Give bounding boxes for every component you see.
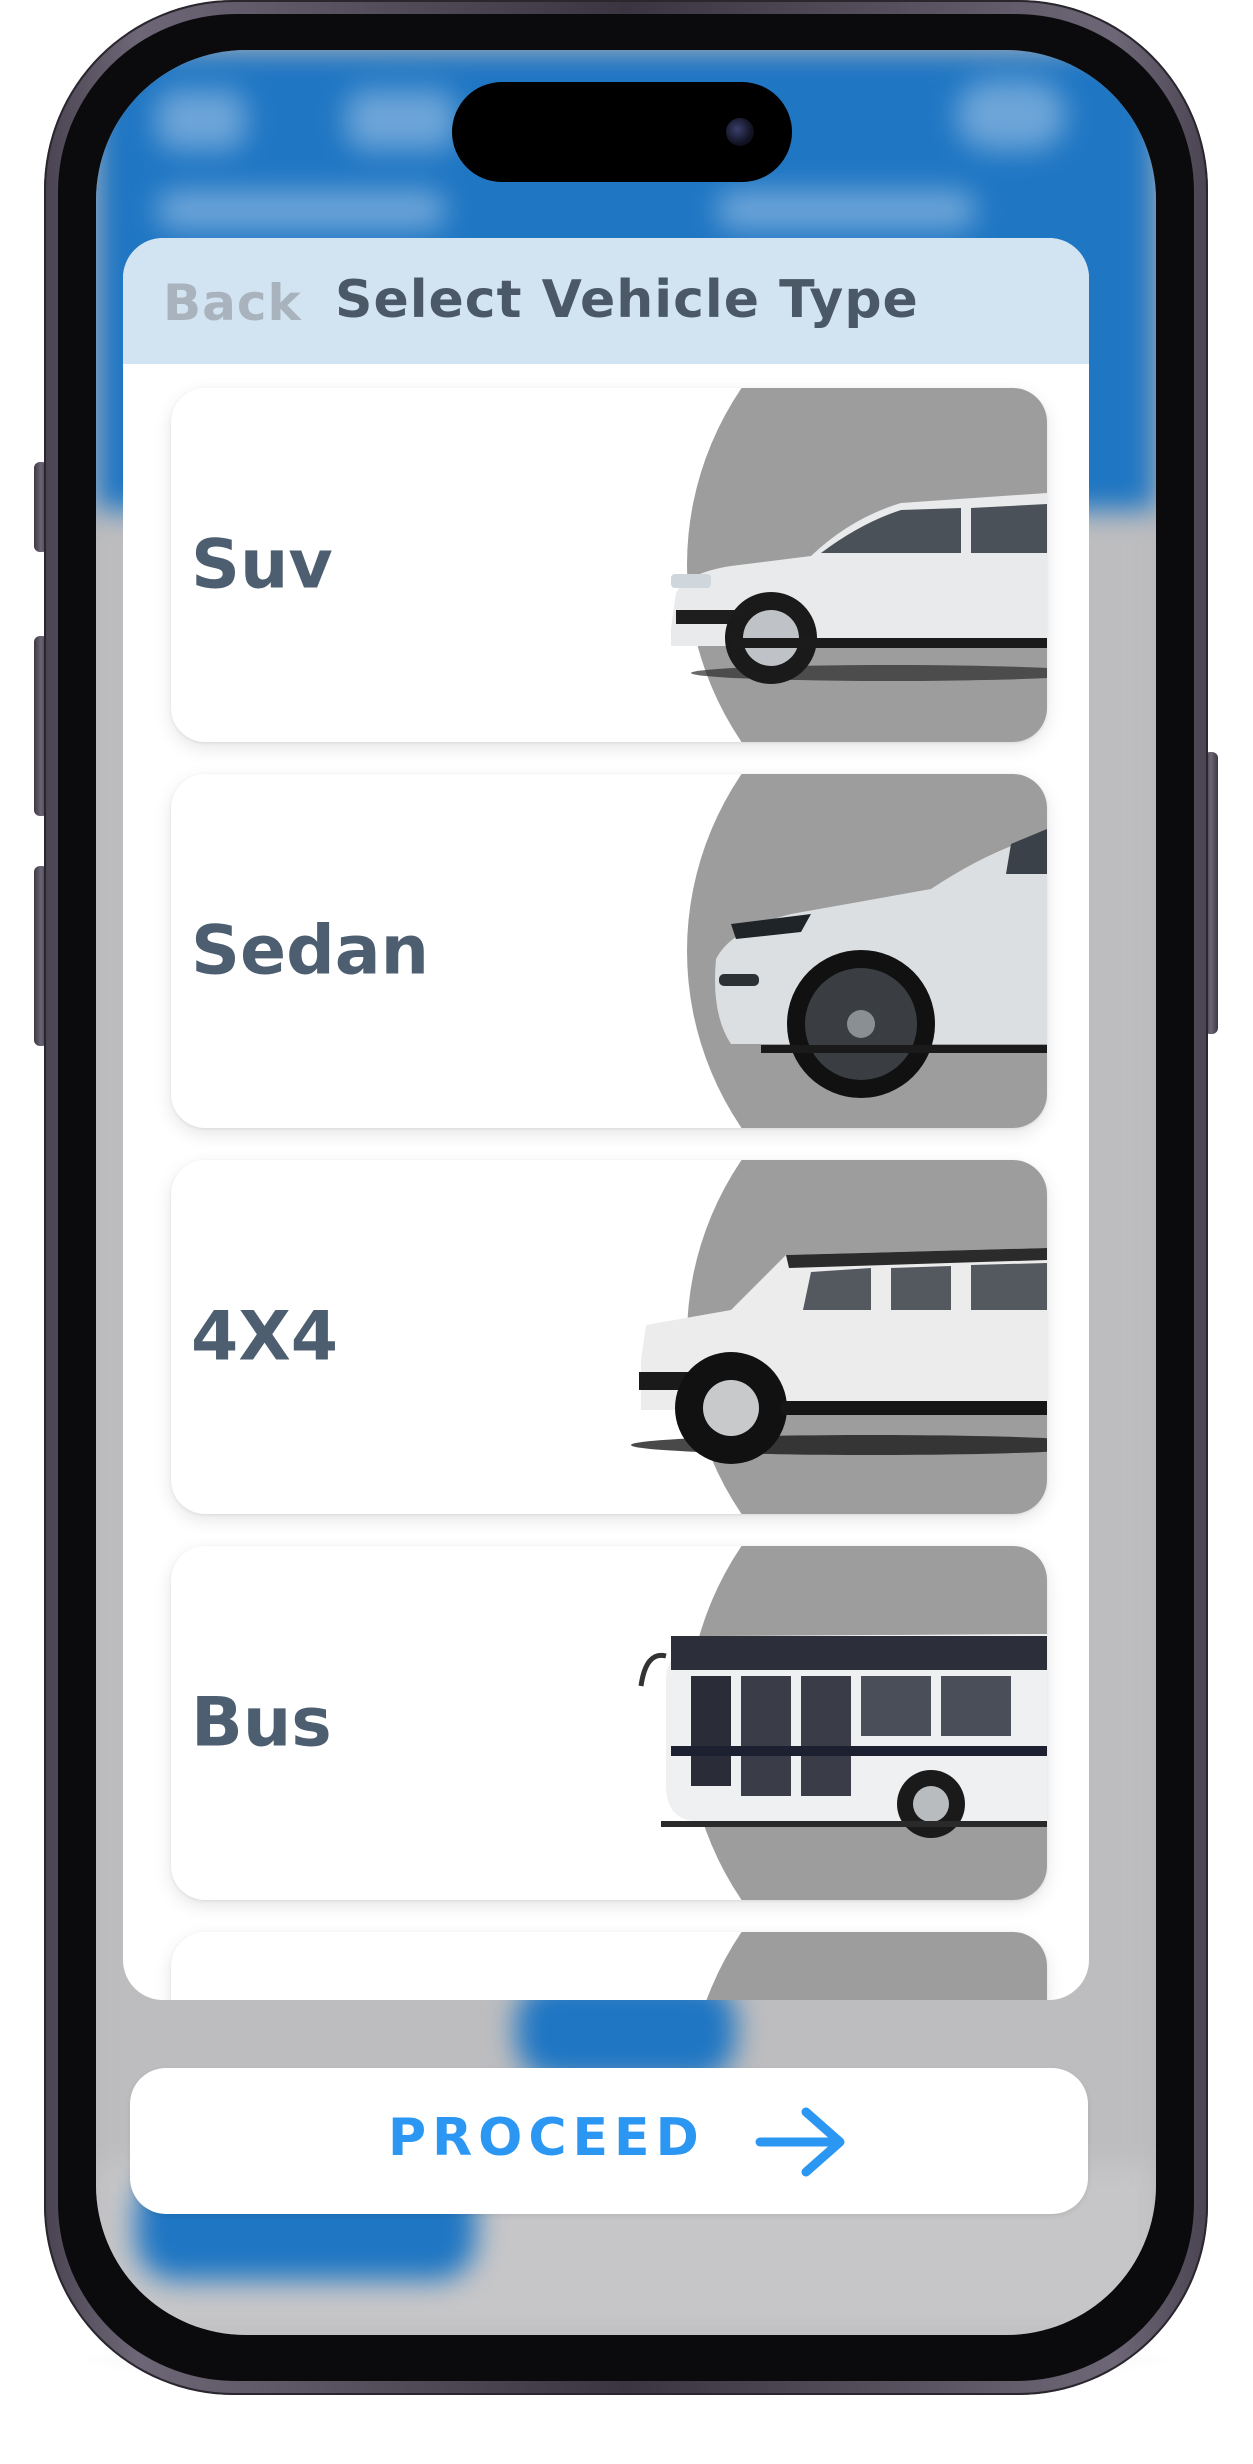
vehicle-card-4x4[interactable]: 4X4 (171, 1160, 1047, 1514)
camera-icon (726, 118, 754, 146)
vehicle-card-next[interactable] (171, 1932, 1047, 2000)
arrow-right-icon (755, 2107, 845, 2177)
vehicle-list[interactable]: Suv Sedan 4X4 Bus (123, 364, 1089, 2000)
vehicle-label: 4X4 (191, 1297, 339, 1377)
bus-photo-icon (687, 1546, 1047, 1900)
modal-title: Select Vehicle Type (335, 270, 919, 330)
proceed-label: PROCEED (388, 2108, 705, 2168)
vehicle-card-suv[interactable]: Suv (171, 388, 1047, 742)
vehicle-label: Bus (191, 1683, 332, 1763)
sedan-photo-icon (687, 774, 1047, 1128)
vehicle-photo-icon (687, 1932, 1047, 2000)
vehicle-card-sedan[interactable]: Sedan (171, 774, 1047, 1128)
vehicle-type-modal: Back Select Vehicle Type Suv Sedan 4X4 B… (123, 238, 1089, 2000)
dynamic-island (452, 82, 792, 182)
back-button[interactable]: Back (163, 274, 302, 332)
vehicle-label: Sedan (191, 911, 430, 991)
modal-header: Back Select Vehicle Type (123, 238, 1089, 364)
device-mockup: Back Select Vehicle Type Suv Sedan 4X4 B… (0, 0, 1253, 2464)
vehicle-card-bus[interactable]: Bus (171, 1546, 1047, 1900)
4x4-photo-icon (687, 1160, 1047, 1514)
proceed-button[interactable]: PROCEED (130, 2068, 1088, 2214)
suv-photo-icon (687, 388, 1047, 742)
vehicle-label: Suv (191, 525, 333, 605)
